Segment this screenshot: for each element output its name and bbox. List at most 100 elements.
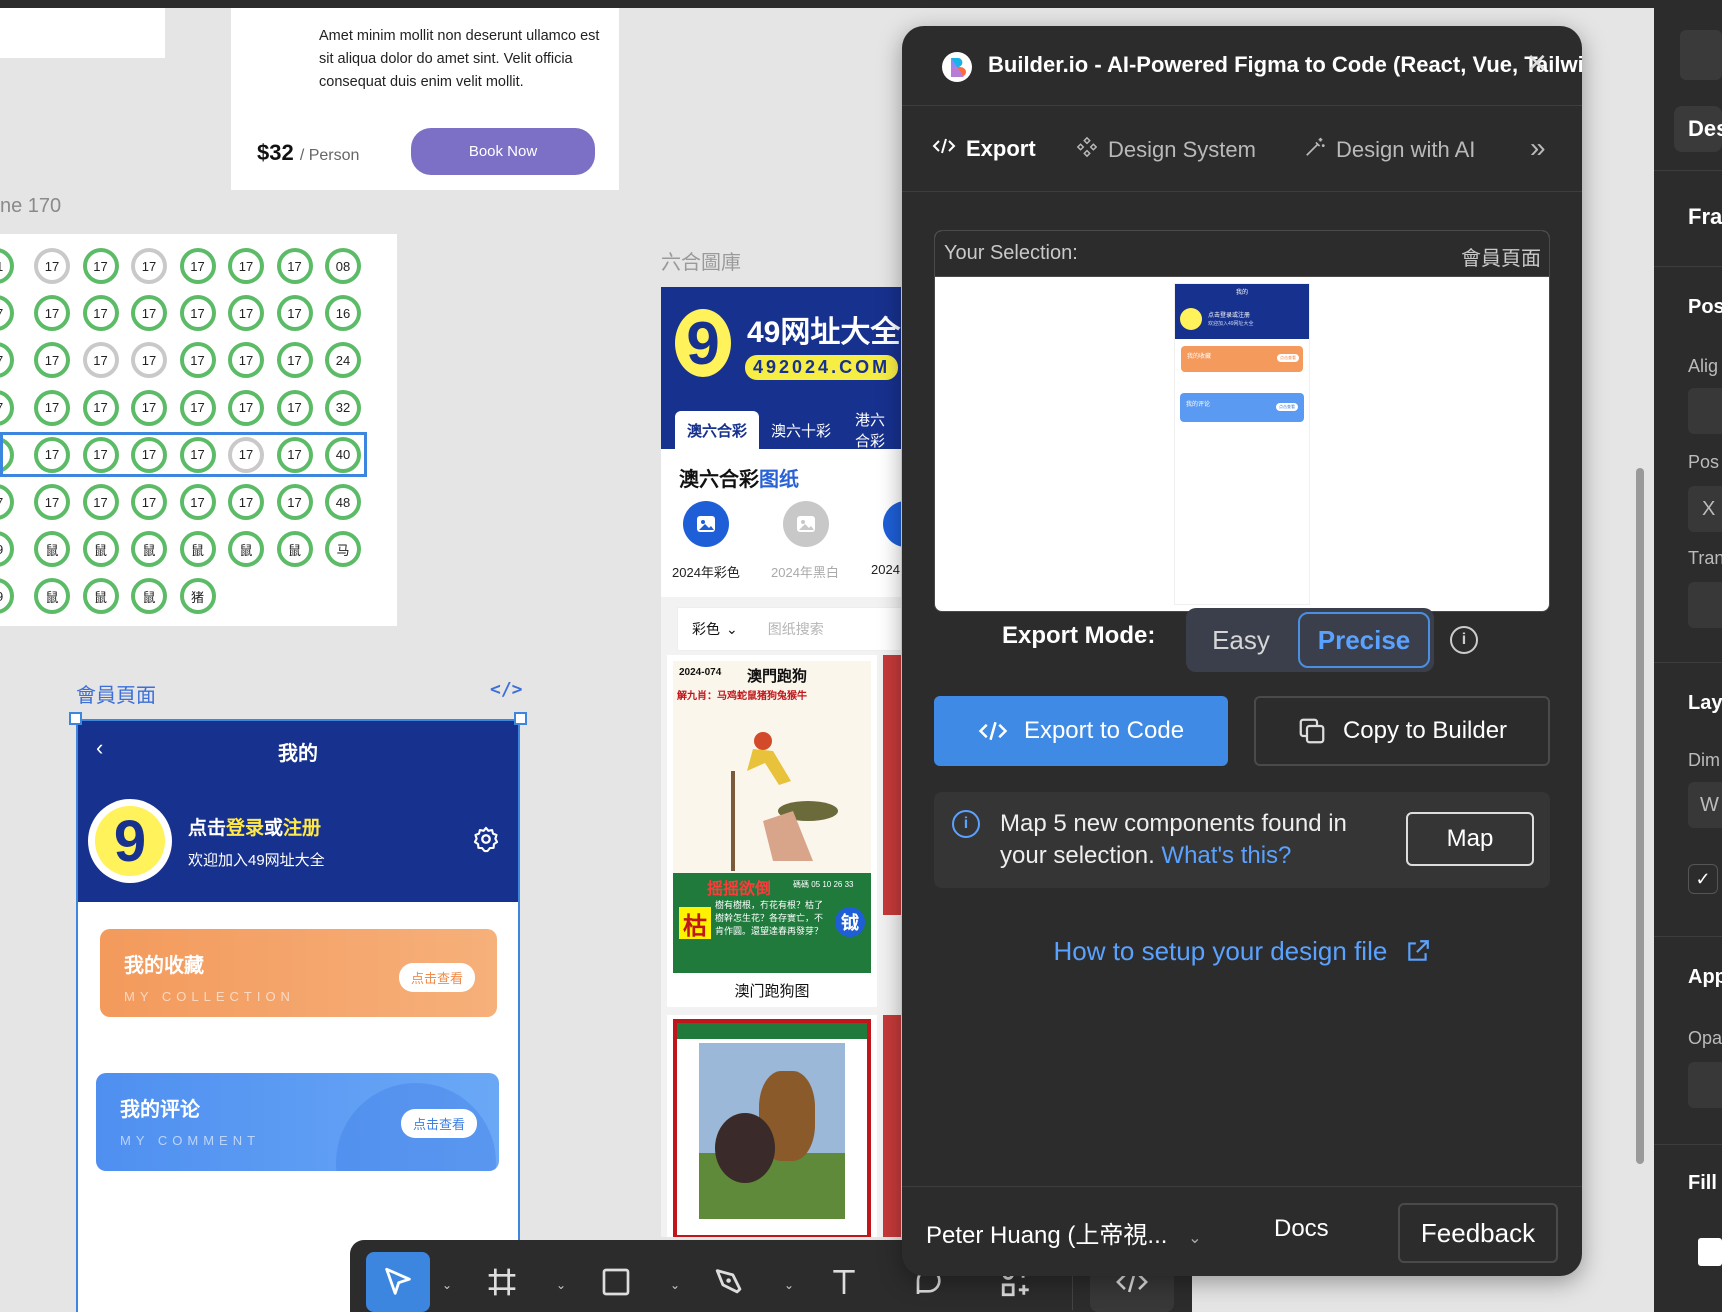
poster-red: 摇摇欲倒 bbox=[707, 881, 772, 898]
export-to-code-button[interactable]: Export to Code bbox=[934, 696, 1228, 766]
tab-design-system[interactable]: Design System bbox=[1076, 136, 1256, 164]
plugin-header: Builder.io - AI-Powered Figma to Code (R… bbox=[902, 26, 1582, 106]
login-prompt[interactable]: 点击登录或注册 bbox=[188, 813, 321, 840]
lottery-ball: 鼠 bbox=[34, 531, 70, 568]
poster-card[interactable] bbox=[667, 1015, 877, 1237]
image-icon[interactable] bbox=[683, 501, 729, 547]
lottery-ball: 17 bbox=[0, 295, 14, 332]
selected-ball-row[interactable] bbox=[0, 432, 367, 477]
width-input[interactable]: W bbox=[1688, 782, 1722, 828]
poster-card-partial[interactable] bbox=[883, 655, 901, 915]
lottery-ball: 24 bbox=[325, 342, 361, 379]
canvas-scrollbar[interactable] bbox=[1636, 468, 1644, 1164]
gallery-filter[interactable]: 彩色 ⌄ 图纸搜索 bbox=[677, 607, 901, 651]
comment-view-button[interactable]: 点击查看 bbox=[400, 1109, 477, 1138]
frame-tool-icon[interactable] bbox=[470, 1252, 534, 1312]
sidebar-divider bbox=[1654, 170, 1722, 171]
poster-date: 2024-074 bbox=[679, 667, 722, 678]
info-icon[interactable]: i bbox=[1450, 626, 1478, 654]
image-icon[interactable] bbox=[783, 501, 829, 547]
copy-button-label: Copy to Builder bbox=[1342, 717, 1508, 744]
rectangle-tool-icon[interactable] bbox=[584, 1252, 648, 1312]
move-tool-icon[interactable] bbox=[366, 1252, 430, 1312]
tab-export[interactable]: Export bbox=[932, 136, 1036, 162]
close-icon[interactable]: ✕ bbox=[1526, 48, 1548, 79]
x-input[interactable]: X bbox=[1688, 486, 1722, 532]
poster-big-left: 枯 bbox=[679, 907, 711, 940]
feedback-button[interactable]: Feedback bbox=[1398, 1203, 1558, 1263]
product-card[interactable]: Amet minim mollit non deserunt ullamco e… bbox=[231, 8, 619, 190]
whats-this-link[interactable]: What's this? bbox=[1161, 842, 1291, 869]
subtitle-main: 澳六合彩 bbox=[679, 469, 759, 491]
pen-tool-icon[interactable] bbox=[698, 1252, 762, 1312]
fill-swatch[interactable] bbox=[1698, 1238, 1722, 1266]
mode-easy-option[interactable]: Easy bbox=[1186, 608, 1296, 672]
comment-card[interactable]: 我的评论 MY COMMENT 点击查看 bbox=[96, 1073, 499, 1171]
chevron-down-icon[interactable]: ⌄ bbox=[442, 1278, 452, 1292]
builder-logo-icon bbox=[942, 52, 972, 82]
text-tool-icon[interactable] bbox=[812, 1252, 876, 1312]
code-icon[interactable]: </> bbox=[490, 679, 523, 700]
frame-label-member[interactable]: 會員頁面 bbox=[76, 679, 156, 708]
chevron-down-icon[interactable]: ⌄ bbox=[556, 1278, 566, 1292]
avatar[interactable]: 9 bbox=[88, 799, 172, 883]
clip-content-checkbox[interactable]: ✓ bbox=[1688, 864, 1718, 894]
poster-line: 解九肖：马鸡蛇鼠猪狗兔猴牛 bbox=[677, 691, 807, 702]
components-icon bbox=[1076, 136, 1098, 164]
poster-panel: 摇摇欲倒 碼碼 05 10 26 33 枯 钺 樹有樹根，冇花有根？枯了樹幹怎生… bbox=[673, 873, 871, 973]
member-page-frame[interactable]: ‹ 我的 9 点击登录或注册 欢迎加入49网址大全 我的收藏 MY COLLEC… bbox=[76, 719, 520, 1312]
book-now-button[interactable]: Book Now bbox=[411, 128, 595, 175]
gallery-url: 492024.COM bbox=[745, 355, 899, 380]
gallery-tab-1[interactable]: 澳六合彩 bbox=[675, 411, 760, 449]
lottery-ball: 17 bbox=[0, 484, 14, 520]
account-switcher[interactable]: Peter Huang (上帝視... ⌄ bbox=[926, 1215, 1202, 1250]
ball-grid-frame[interactable]: 01 17 17 17 17 17 17 08 17 17 17 17 17 17 17 16 17 17 17 17… bbox=[0, 234, 397, 626]
frame-label-170[interactable]: ne 170 bbox=[0, 195, 61, 218]
image-icon[interactable] bbox=[883, 501, 901, 547]
chevron-down-icon[interactable]: ⌄ bbox=[670, 1278, 680, 1292]
register-link[interactable]: 注册 bbox=[283, 818, 321, 839]
tab-design-with-ai[interactable]: Design with AI bbox=[1304, 136, 1475, 164]
x-label: X bbox=[1702, 498, 1716, 520]
poster-card-partial[interactable] bbox=[883, 1015, 901, 1237]
gallery-tab-3[interactable]: 港六合彩 bbox=[843, 411, 901, 450]
frame-label-gallery[interactable]: 六合圖庫 bbox=[661, 246, 741, 275]
export-mode-toggle[interactable]: Easy Precise bbox=[1186, 608, 1434, 672]
poster-card[interactable]: 2024-074 澳門跑狗 解九肖：马鸡蛇鼠猪狗兔猴牛 摇摇欲倒 碼碼 05 1… bbox=[667, 655, 877, 1007]
setup-design-file-link[interactable]: How to setup your design file bbox=[902, 936, 1582, 967]
docs-link[interactable]: Docs bbox=[1274, 1215, 1329, 1243]
window-top-bar bbox=[0, 0, 1722, 8]
copy-to-builder-button[interactable]: Copy to Builder bbox=[1254, 696, 1550, 766]
collection-card[interactable]: 我的收藏 MY COLLECTION 点击查看 bbox=[100, 929, 497, 1017]
collection-view-button[interactable]: 点击查看 bbox=[398, 963, 475, 992]
account-name: Peter Huang (上帝視... bbox=[926, 1222, 1168, 1249]
canvas-fragment bbox=[0, 8, 165, 58]
align-control[interactable] bbox=[1688, 388, 1722, 434]
chevron-down-icon[interactable]: ⌄ bbox=[784, 1278, 794, 1292]
map-button[interactable]: Map bbox=[1406, 812, 1534, 866]
lottery-ball: 17 bbox=[131, 389, 167, 426]
opacity-input[interactable] bbox=[1688, 1062, 1722, 1108]
mode-precise-option[interactable]: Precise bbox=[1298, 612, 1430, 668]
export-mode-label: Export Mode: bbox=[1002, 622, 1156, 649]
poster-heading: 澳門跑狗 bbox=[747, 667, 808, 685]
lottery-ball: 17 bbox=[179, 295, 216, 332]
export-button-label: Export to Code bbox=[1023, 717, 1185, 744]
properties-sidebar: Des Fra Pos Alig Pos X Tran Lay Dim W ✓ … bbox=[1654, 0, 1722, 1312]
more-tabs-icon[interactable]: » bbox=[1530, 132, 1546, 164]
rotation-input[interactable] bbox=[1688, 582, 1722, 628]
resize-handle-top-left[interactable] bbox=[69, 712, 82, 725]
sidebar-thumbnail[interactable] bbox=[1680, 30, 1722, 80]
resize-handle-top-right[interactable] bbox=[514, 712, 527, 725]
thumb-card-2-label: 我的评论 bbox=[1186, 402, 1211, 408]
poster-strip bbox=[677, 1023, 867, 1039]
thumb-avatar bbox=[1180, 308, 1202, 330]
thumb-welcome: 欢迎加入49网址大全 bbox=[1208, 321, 1254, 327]
filter-search-placeholder[interactable]: 图纸搜索 bbox=[768, 619, 824, 639]
gear-icon[interactable] bbox=[472, 825, 500, 853]
gallery-tab-2[interactable]: 澳六十彩 bbox=[759, 411, 843, 449]
gallery-frame[interactable]: 9 49网址大全 492024.COM 澳六合彩 澳六十彩 港六合彩 澳六合彩图… bbox=[661, 287, 901, 1237]
filter-value[interactable]: 彩色 bbox=[692, 619, 720, 639]
login-link[interactable]: 登录 bbox=[226, 818, 264, 839]
lottery-ball: 17 bbox=[276, 484, 313, 520]
